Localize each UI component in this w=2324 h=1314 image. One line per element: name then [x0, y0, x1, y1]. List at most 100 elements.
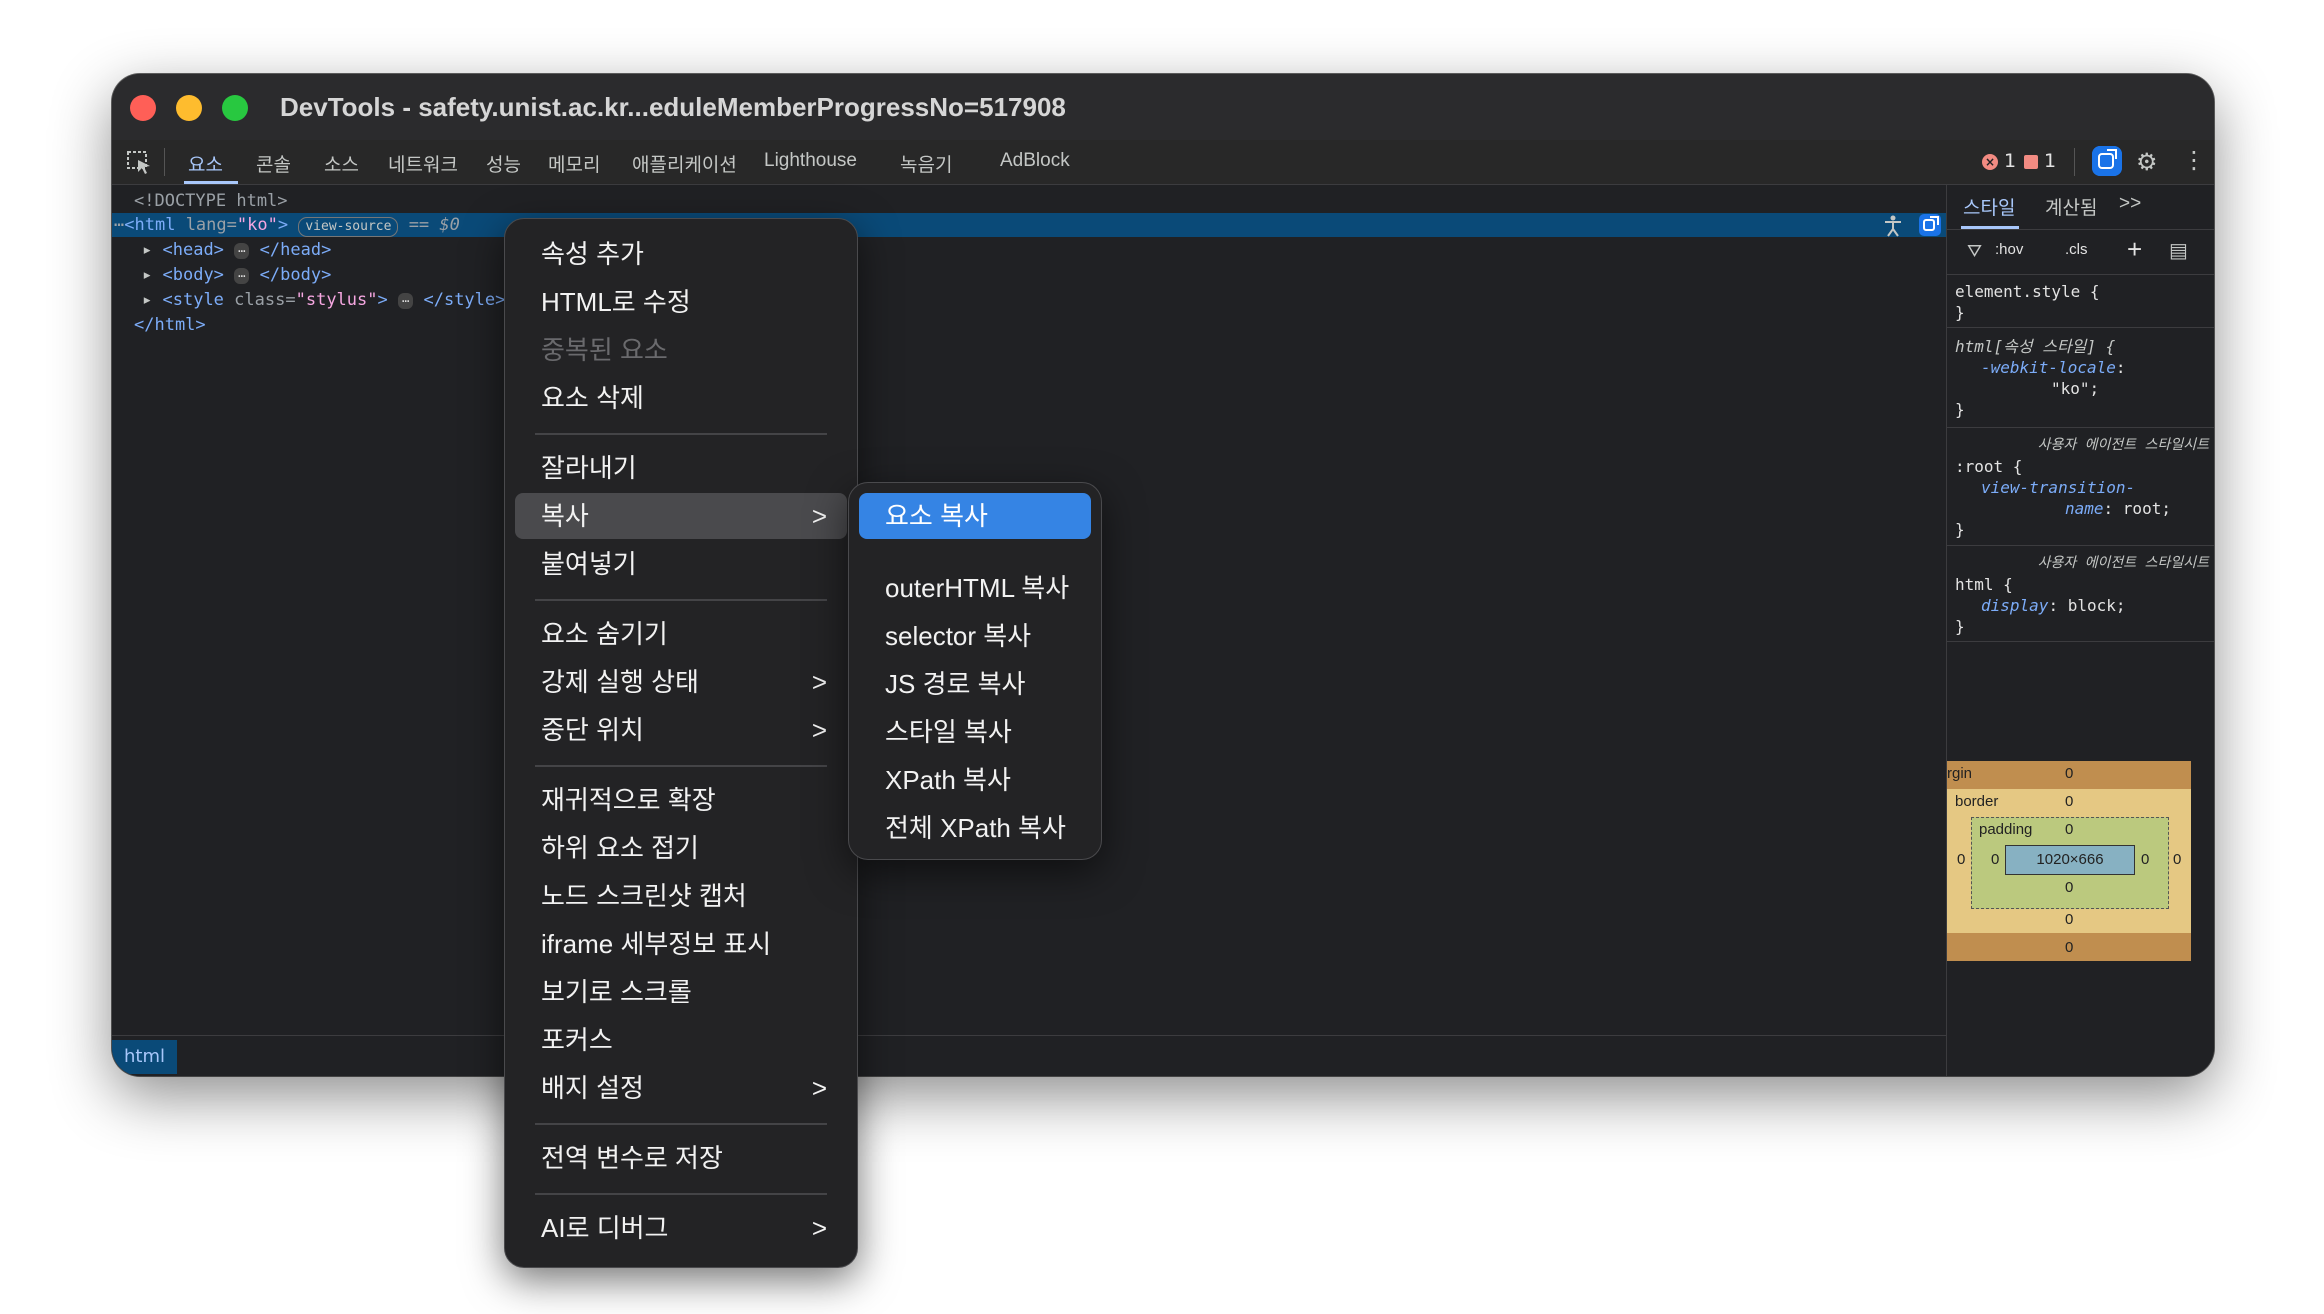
- error-counter[interactable]: × 1: [1982, 150, 2016, 172]
- menu-item-force-state[interactable]: 강제 실행 상태 >: [515, 659, 847, 705]
- filter-icon[interactable]: ⛛: [1967, 241, 1982, 262]
- tab-adblock[interactable]: AdBlock: [1000, 150, 1070, 172]
- menu-item-add-attribute[interactable]: 속성 추가: [515, 231, 847, 277]
- paint-brush-icon[interactable]: ▤: [2169, 238, 2188, 263]
- submenu-item-copy-element[interactable]: 요소 복사: [859, 493, 1091, 539]
- menu-divider: [535, 765, 827, 767]
- body-node[interactable]: ▸ <body> ⋯ </body>: [142, 263, 331, 287]
- rule-divider: [1947, 641, 2214, 642]
- open-in-panel-icon[interactable]: [1918, 213, 1942, 237]
- head-node[interactable]: ▸ <head> ⋯ </head>: [142, 238, 331, 262]
- menu-item-paste[interactable]: 붙여넣기: [515, 541, 847, 587]
- menu-item-break-on[interactable]: 중단 위치 >: [515, 707, 847, 753]
- rule-html-attr-style[interactable]: html[속성 스타일] { -webkit-locale: "ko"; }: [1955, 336, 2209, 420]
- cls-toggle[interactable]: .cls: [2065, 241, 2088, 258]
- devtools-toolbar: 요소 콘솔 소스 네트워크 성능 메모리 애플리케이션 Lighthouse 녹…: [112, 140, 2214, 185]
- html-close-node[interactable]: </html>: [134, 313, 206, 337]
- collapsed-content-ellipsis[interactable]: ⋯: [398, 293, 414, 309]
- devtools-window: DevTools - safety.unist.ac.kr...eduleMem…: [112, 74, 2214, 1076]
- extension-icon[interactable]: [2092, 146, 2122, 176]
- menu-item-edit-as-html[interactable]: HTML로 수정: [515, 279, 847, 325]
- menu-item-delete-element[interactable]: 요소 삭제: [515, 375, 847, 421]
- zoom-window-button[interactable]: [222, 95, 248, 121]
- rule-element-style[interactable]: element.style { }: [1955, 281, 2209, 323]
- menu-item-hide-element[interactable]: 요소 숨기기: [515, 611, 847, 657]
- submenu-item-copy-styles[interactable]: 스타일 복사: [859, 709, 1091, 755]
- submenu-item-copy-full-xpath[interactable]: 전체 XPath 복사: [859, 805, 1091, 851]
- copy-submenu: 요소 복사 outerHTML 복사 selector 복사 JS 경로 복사 …: [848, 482, 1102, 860]
- chevron-right-icon: >: [811, 501, 827, 531]
- styles-filter-bar: ⛛ :hov .cls + ▤: [1947, 230, 2214, 275]
- menu-item-focus[interactable]: 포커스: [515, 1017, 847, 1063]
- menu-item-badge-settings[interactable]: 배지 설정 >: [515, 1065, 847, 1111]
- tab-computed[interactable]: 계산됨: [2045, 193, 2097, 220]
- tab-lighthouse[interactable]: Lighthouse: [764, 150, 857, 172]
- expand-triangle-icon[interactable]: ▸: [142, 290, 152, 310]
- accessibility-icon[interactable]: [1882, 215, 1904, 237]
- chevron-right-icon: >: [811, 667, 827, 697]
- menu-item-cut[interactable]: 잘라내기: [515, 445, 847, 491]
- tab-styles[interactable]: 스타일: [1963, 193, 2015, 220]
- view-source-badge[interactable]: view-source: [298, 217, 399, 237]
- doctype-node[interactable]: <!DOCTYPE html>: [134, 189, 288, 213]
- tab-sources[interactable]: 소스: [324, 150, 359, 177]
- tab-recorder[interactable]: 녹음기: [900, 150, 952, 177]
- collapsed-content-ellipsis[interactable]: ⋯: [234, 268, 250, 284]
- menu-item-debug-with-ai[interactable]: AI로 디버그 >: [515, 1205, 847, 1251]
- window-title: DevTools - safety.unist.ac.kr...eduleMem…: [280, 92, 1066, 122]
- warning-counter[interactable]: 1: [2024, 150, 2056, 172]
- chevron-right-icon: >: [811, 1073, 827, 1103]
- chevron-right-icon: >: [811, 715, 827, 745]
- menu-divider: [535, 433, 827, 435]
- close-window-button[interactable]: [130, 95, 156, 121]
- box-model-content[interactable]: 1020×666: [2005, 845, 2135, 875]
- menu-item-show-iframe-details[interactable]: iframe 세부정보 표시: [515, 921, 847, 967]
- html-node-selected[interactable]: ⋯<html lang="ko"> view-source == $0: [112, 213, 1946, 237]
- rule-divider: [1947, 427, 2214, 428]
- tab-elements[interactable]: 요소: [188, 150, 223, 177]
- breadcrumb: html: [112, 1035, 1946, 1076]
- tab-memory[interactable]: 메모리: [548, 150, 600, 177]
- menu-item-expand-recursively[interactable]: 재귀적으로 확장: [515, 777, 847, 823]
- collapsed-content-ellipsis[interactable]: ⋯: [234, 243, 250, 259]
- submenu-item-copy-outerhtml[interactable]: outerHTML 복사: [859, 565, 1091, 611]
- menu-item-copy[interactable]: 복사 >: [515, 493, 847, 539]
- kebab-icon[interactable]: ⋮: [2182, 146, 2206, 174]
- menu-divider: [535, 1193, 827, 1195]
- minimize-window-button[interactable]: [176, 95, 202, 121]
- submenu-item-copy-js-path[interactable]: JS 경로 복사: [859, 661, 1091, 707]
- breadcrumb-item-html[interactable]: html: [112, 1040, 178, 1074]
- rule-root[interactable]: 사용자 에이전트 스타일시트 :root { view-transition- …: [1955, 435, 2209, 540]
- gear-icon[interactable]: ⚙: [2136, 148, 2158, 176]
- submenu-item-copy-selector[interactable]: selector 복사: [859, 613, 1091, 659]
- inspect-icon[interactable]: [126, 150, 152, 174]
- error-icon: ×: [1982, 153, 1998, 170]
- rule-html[interactable]: 사용자 에이전트 스타일시트 html { display: block; }: [1955, 553, 2209, 637]
- add-rule-button[interactable]: +: [2127, 234, 2142, 265]
- menu-item-scroll-into-view[interactable]: 보기로 스크롤: [515, 969, 847, 1015]
- rule-divider: [1947, 545, 2214, 546]
- tab-performance[interactable]: 성능: [486, 150, 521, 177]
- tab-application[interactable]: 애플리케이션: [632, 150, 737, 177]
- title-bar: DevTools - safety.unist.ac.kr...eduleMem…: [112, 74, 2214, 141]
- styles-tabs: 스타일 계산됨 >>: [1947, 185, 2214, 230]
- menu-item-duplicate-element: 중복된 요소: [541, 335, 668, 365]
- menu-item-collapse-children[interactable]: 하위 요소 접기: [515, 825, 847, 871]
- submenu-item-copy-xpath[interactable]: XPath 복사: [859, 757, 1091, 803]
- expand-triangle-icon[interactable]: ▸: [142, 265, 152, 285]
- menu-divider: [535, 1123, 827, 1125]
- menu-item-capture-node-screenshot[interactable]: 노드 스크린샷 캡처: [515, 873, 847, 919]
- styles-tab-indicator: [1961, 226, 2019, 229]
- tab-network[interactable]: 네트워크: [388, 150, 458, 177]
- hov-toggle[interactable]: :hov: [1995, 241, 2023, 258]
- tab-console[interactable]: 콘솔: [256, 150, 291, 177]
- context-menu: 속성 추가 HTML로 수정 중복된 요소 요소 삭제 잘라내기 복사 > 붙여…: [504, 218, 858, 1268]
- more-tabs-chevron-icon[interactable]: >>: [2119, 193, 2141, 215]
- box-model-diagram: rgin 0 border 0 padding 0 0 0 1020×666 0…: [1947, 761, 2191, 961]
- expand-triangle-icon[interactable]: ▸: [142, 240, 152, 260]
- style-node[interactable]: ▸ <style class="stylus"> ⋯ </style>: [142, 288, 505, 312]
- styles-pane: 스타일 계산됨 >> ⛛ :hov .cls + ▤ element.style…: [1946, 185, 2214, 1076]
- toolbar-divider-right: [2074, 148, 2075, 176]
- toolbar-divider: [164, 148, 165, 176]
- menu-item-store-as-global-variable[interactable]: 전역 변수로 저장: [515, 1135, 847, 1181]
